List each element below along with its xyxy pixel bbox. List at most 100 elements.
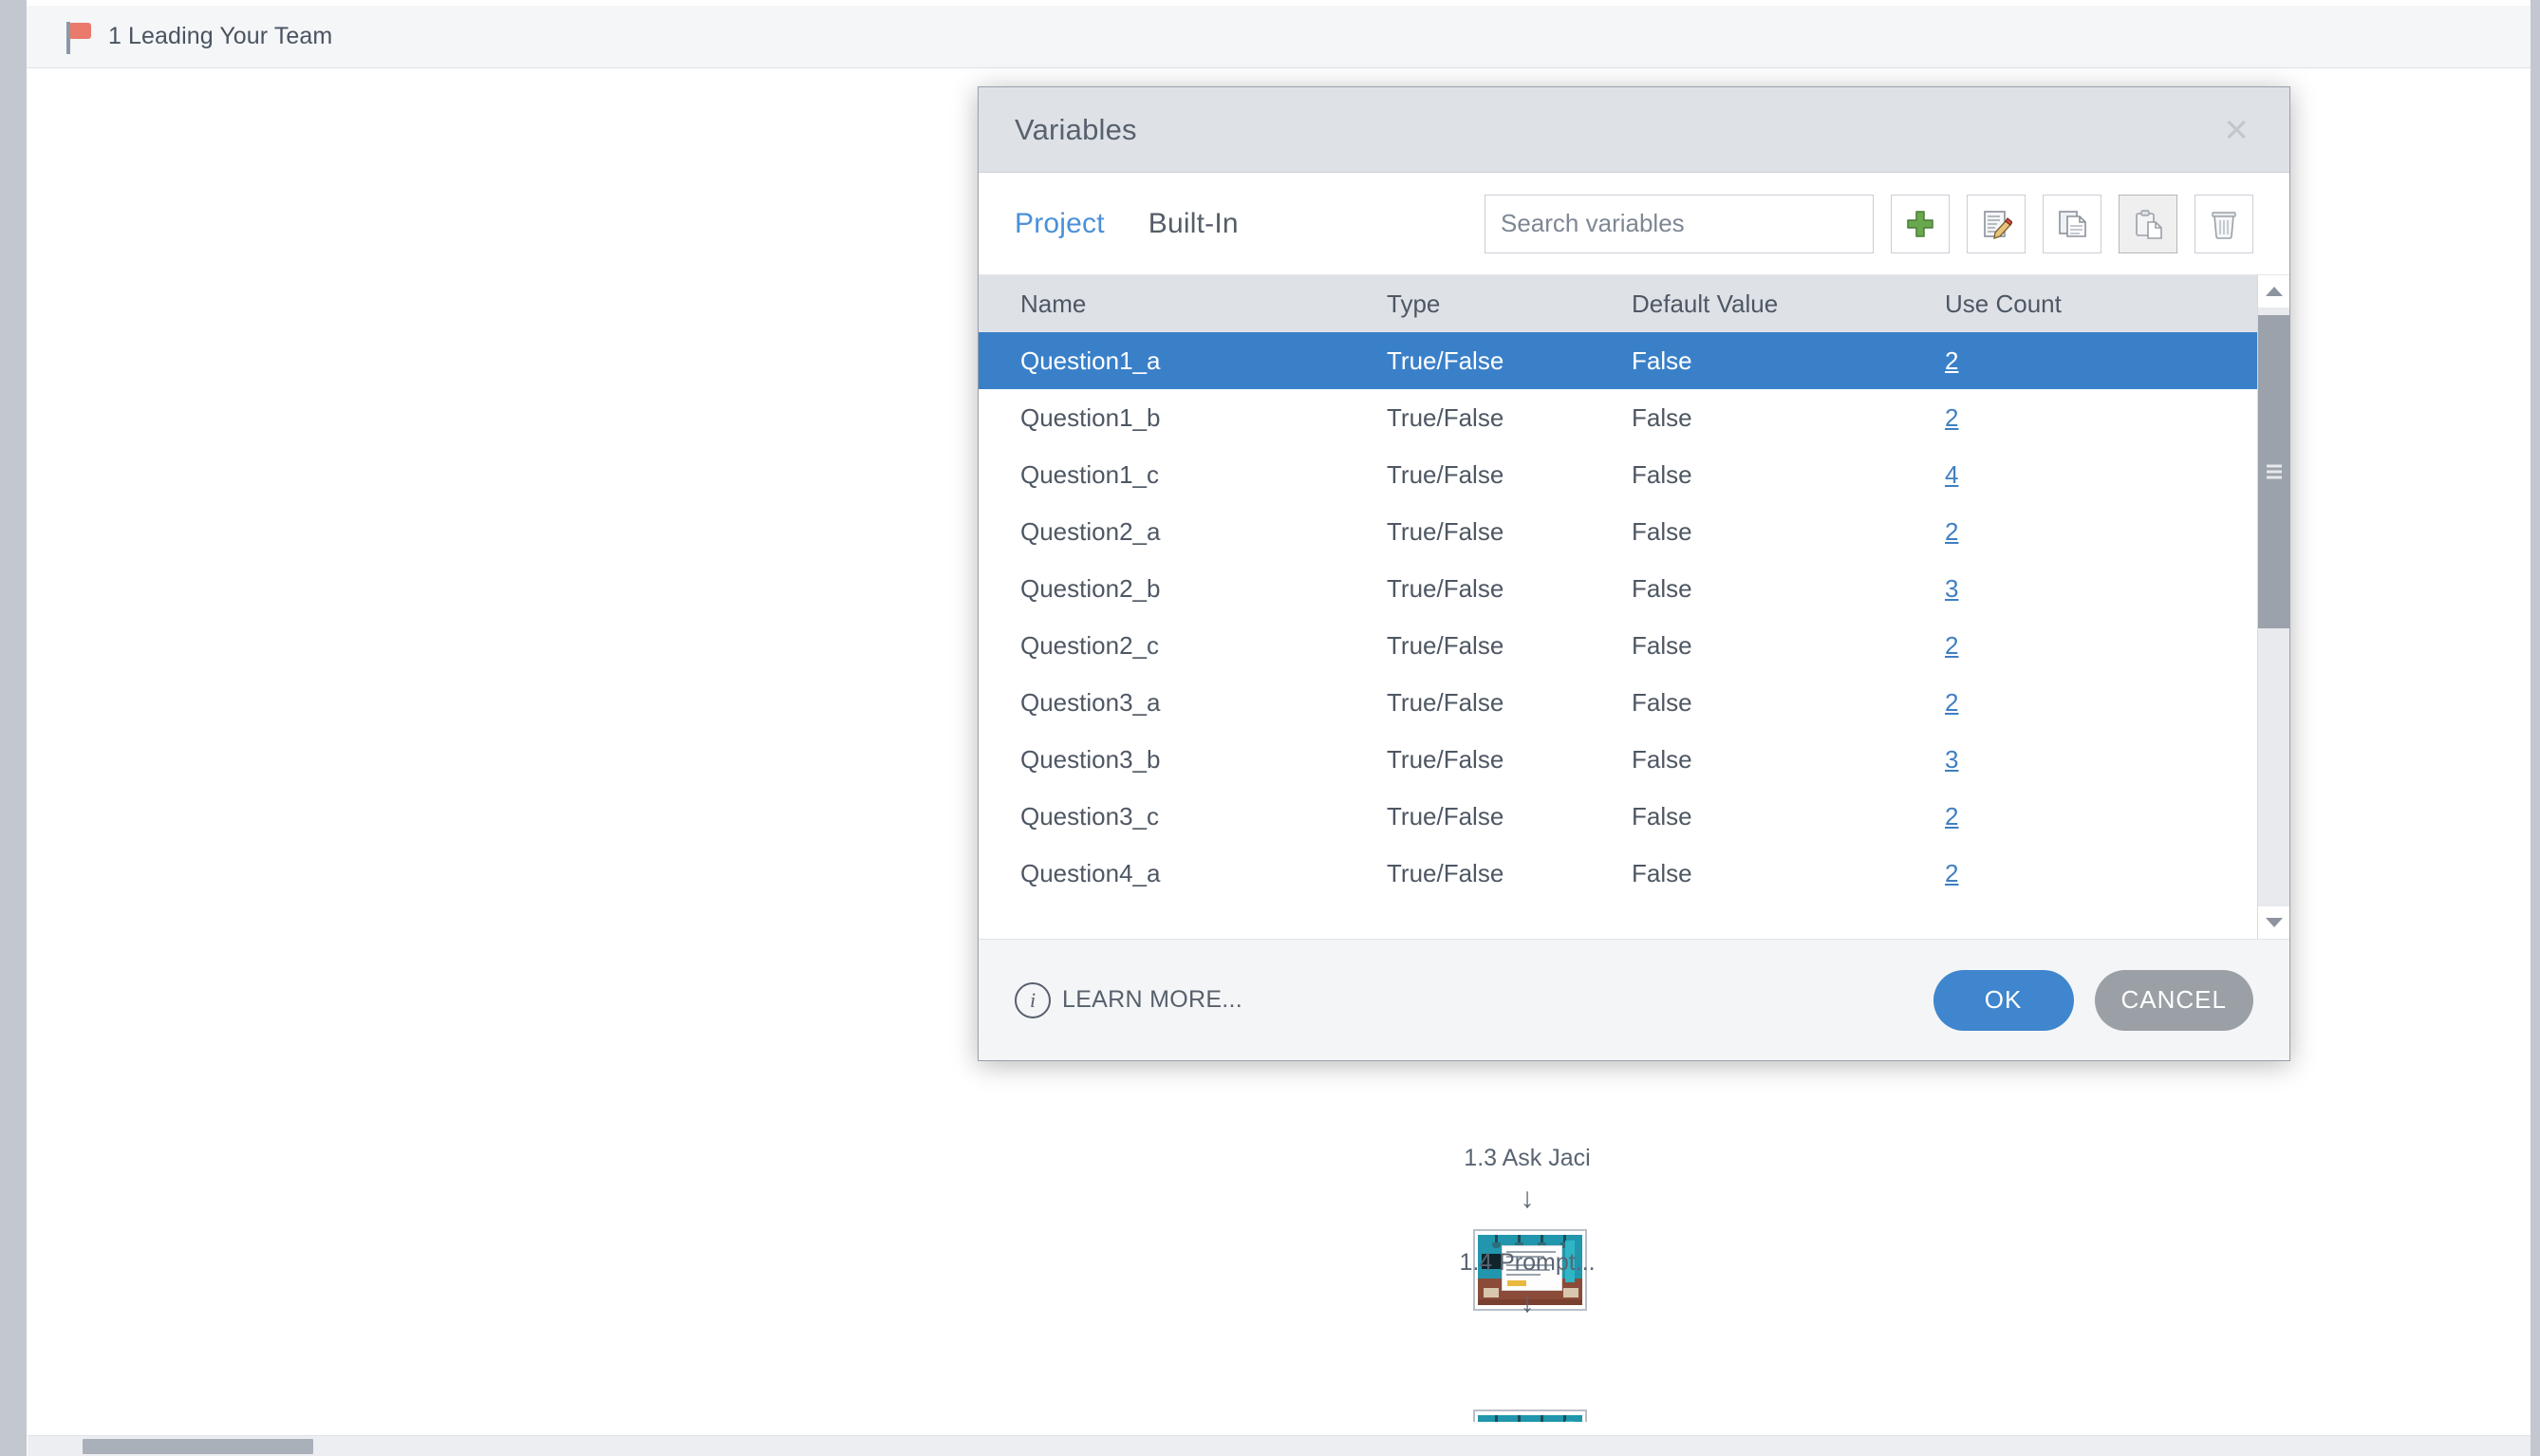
vertical-scrollbar[interactable] xyxy=(2257,275,2290,939)
caret-down-icon xyxy=(2265,918,2283,927)
cancel-button[interactable]: CANCEL xyxy=(2094,969,2253,1031)
search-input[interactable] xyxy=(1485,194,1874,253)
cell-name: Question3_c xyxy=(1020,801,1159,831)
cell-default-value: False xyxy=(1632,858,1692,887)
cell-type: True/False xyxy=(1387,744,1504,774)
window-edge-right xyxy=(2531,0,2540,1456)
scene-bar: 1 Leading Your Team xyxy=(27,6,2531,68)
cell-use-count: 2 xyxy=(1945,859,2192,888)
learn-more-link[interactable]: i LEARN MORE... xyxy=(1015,981,1243,1018)
table-row[interactable]: Question4_a True/False False 2 xyxy=(979,845,2289,902)
info-icon: i xyxy=(1015,981,1051,1018)
cell-type: True/False xyxy=(1387,516,1504,546)
window-edge-left xyxy=(0,0,27,1456)
cell-name: Question3_a xyxy=(1020,687,1161,717)
scrollbar-grip-icon xyxy=(2267,462,2282,482)
cell-name: Question1_b xyxy=(1020,402,1161,432)
table-row[interactable]: Question2_a True/False False 2 xyxy=(979,503,2289,560)
scroll-down-button[interactable] xyxy=(2258,906,2289,939)
column-header-type[interactable]: Type xyxy=(1387,289,1632,319)
node-label-1-4[interactable]: 1.4 Prompt... xyxy=(1432,1249,1622,1277)
cell-name: Question2_a xyxy=(1020,516,1161,546)
dialog-titlebar: Variables ✕ xyxy=(979,87,2289,173)
table-row[interactable]: Question3_a True/False False 2 xyxy=(979,674,2289,731)
table-row[interactable]: Question2_b True/False False 3 xyxy=(979,560,2289,617)
table-body: Question1_a True/False False 2 Question1_b Tr… xyxy=(979,332,2289,939)
column-header-default-value[interactable]: Default Value xyxy=(1632,289,1945,319)
cell-name: Question2_c xyxy=(1020,630,1159,660)
cell-default-value: False xyxy=(1632,744,1692,774)
cell-type: True/False xyxy=(1387,573,1504,603)
paste-icon xyxy=(2132,208,2164,240)
use-count-link[interactable]: 3 xyxy=(1945,745,1958,774)
horizontal-scrollbar-thumb[interactable] xyxy=(83,1439,313,1454)
copy-variable-button[interactable] xyxy=(2043,194,2101,253)
table-row[interactable]: Question3_b True/False False 3 xyxy=(979,731,2289,788)
scroll-up-button[interactable] xyxy=(2258,275,2289,308)
cell-type: True/False xyxy=(1387,801,1504,831)
use-count-link[interactable]: 2 xyxy=(1945,517,1958,546)
column-header-use-count[interactable]: Use Count xyxy=(1945,289,2192,319)
ok-button[interactable]: OK xyxy=(1933,969,2074,1031)
table-row[interactable]: Question3_c True/False False 2 xyxy=(979,788,2289,845)
use-count-link[interactable]: 2 xyxy=(1945,346,1958,375)
cell-type: True/False xyxy=(1387,345,1504,375)
use-count-link[interactable]: 2 xyxy=(1945,403,1958,432)
edit-note-icon xyxy=(1980,208,2012,240)
add-variable-button[interactable] xyxy=(1891,194,1950,253)
use-count-link[interactable]: 2 xyxy=(1945,688,1958,717)
use-count-link[interactable]: 4 xyxy=(1945,460,1958,489)
table-row[interactable]: Question1_c True/False False 4 xyxy=(979,446,2289,503)
cell-default-value: False xyxy=(1632,801,1692,831)
cell-use-count: 3 xyxy=(1945,574,2192,604)
node-label-1-3[interactable]: 1.3 Ask Jaci xyxy=(1432,1145,1622,1172)
cell-type: True/False xyxy=(1387,630,1504,660)
paste-variable-button[interactable] xyxy=(2119,194,2177,253)
scene-title: 1 Leading Your Team xyxy=(108,23,333,49)
plus-icon xyxy=(1904,208,1936,240)
variables-dialog: Variables ✕ Project Built-In Search vari… xyxy=(978,86,2290,1061)
tab-built-in[interactable]: Built-In xyxy=(1149,208,1239,240)
column-header-name[interactable]: Name xyxy=(979,289,1387,319)
cell-name: Question4_a xyxy=(1020,858,1161,887)
cell-use-count: 2 xyxy=(1945,631,2192,661)
delete-variable-button[interactable] xyxy=(2194,194,2253,253)
cell-use-count: 2 xyxy=(1945,688,2192,718)
edit-variable-button[interactable] xyxy=(1967,194,2026,253)
variables-table: Name Type Default Value Use Count Questi… xyxy=(979,274,2290,939)
cell-name: Question2_b xyxy=(1020,573,1161,603)
cell-default-value: False xyxy=(1632,345,1692,375)
connector-arrow-1: ↓ xyxy=(1520,1183,1535,1214)
copy-icon xyxy=(2056,208,2088,240)
cell-type: True/False xyxy=(1387,858,1504,887)
dialog-toolbar: Project Built-In xyxy=(979,173,2289,274)
cell-name: Question3_b xyxy=(1020,744,1161,774)
vertical-scrollbar-thumb[interactable] xyxy=(2258,315,2290,628)
table-row[interactable]: Question1_a True/False False 2 xyxy=(979,332,2289,389)
tab-project[interactable]: Project xyxy=(1015,208,1105,240)
cell-use-count: 4 xyxy=(1945,460,2192,490)
use-count-link[interactable]: 2 xyxy=(1945,859,1958,887)
connector-arrow-2: ↓ xyxy=(1520,1287,1535,1318)
horizontal-scrollbar[interactable] xyxy=(28,1435,2531,1456)
trash-icon xyxy=(2208,208,2240,240)
use-count-link[interactable]: 3 xyxy=(1945,574,1958,603)
cell-use-count: 2 xyxy=(1945,802,2192,831)
use-count-link[interactable]: 2 xyxy=(1945,802,1958,831)
table-header-row: Name Type Default Value Use Count xyxy=(979,275,2289,332)
dialog-footer: i LEARN MORE... OK CANCEL xyxy=(979,939,2289,1060)
slide-thumbnail-1-5[interactable] xyxy=(1473,1409,1587,1422)
table-row[interactable]: Question2_c True/False False 2 xyxy=(979,617,2289,674)
cell-default-value: False xyxy=(1632,630,1692,660)
dialog-title: Variables xyxy=(1015,112,1137,146)
cell-name: Question1_a xyxy=(1020,345,1161,375)
caret-up-icon xyxy=(2265,287,2283,296)
use-count-link[interactable]: 2 xyxy=(1945,631,1958,660)
cell-default-value: False xyxy=(1632,402,1692,432)
close-icon[interactable]: ✕ xyxy=(2215,110,2257,149)
learn-more-label: LEARN MORE... xyxy=(1062,986,1243,1013)
cell-use-count: 3 xyxy=(1945,745,2192,775)
cell-name: Question1_c xyxy=(1020,459,1159,489)
table-row[interactable]: Question1_b True/False False 2 xyxy=(979,389,2289,446)
cell-type: True/False xyxy=(1387,687,1504,717)
